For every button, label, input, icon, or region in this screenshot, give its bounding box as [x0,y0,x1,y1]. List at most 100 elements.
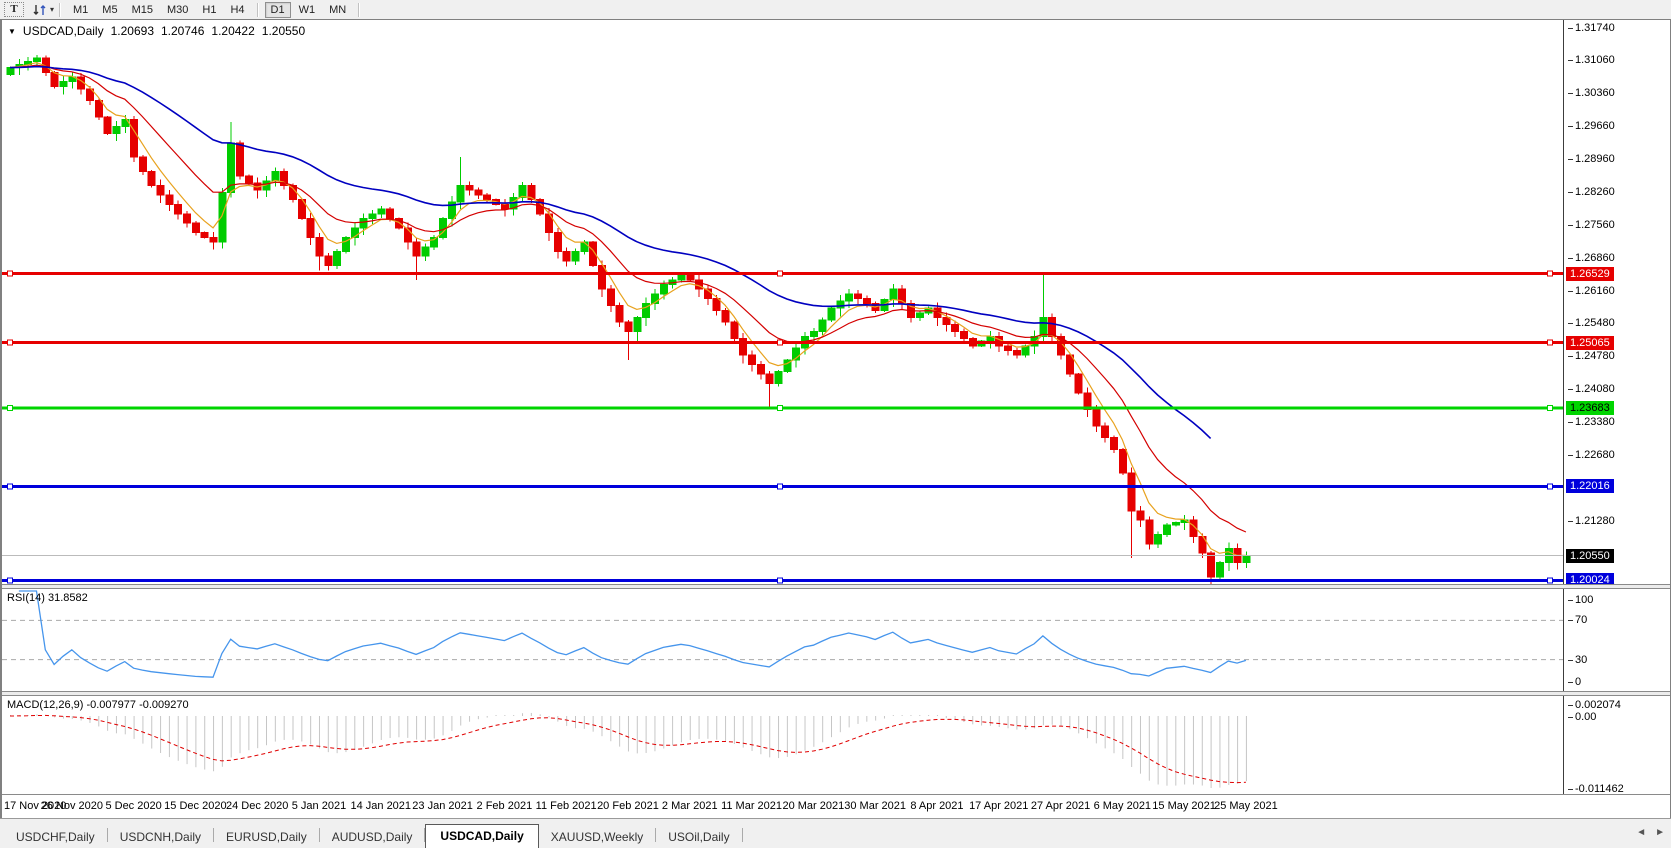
line-handle[interactable] [1547,483,1553,490]
date-label: 6 May 2021 [1093,800,1152,812]
timeframe-button-M30[interactable]: M30 [161,2,194,18]
date-label: 20 Mar 2021 [782,800,845,812]
chart-tab-XAUUSD[interactable]: XAUUSD,Weekly [539,827,655,848]
line-handle[interactable] [777,339,783,346]
date-label: 15 May 2021 [1152,800,1216,812]
arrange-symbols-button[interactable]: ▾ [32,2,54,18]
rsi-tick: 70 [1567,613,1587,627]
timeframe-button-M15[interactable]: M15 [126,2,159,18]
price-line-badge: 1.20024 [1566,573,1614,584]
date-label: 25 May 2021 [1214,800,1278,812]
macd-pane[interactable]: 0.002074 0.00 -0.011462 MACD(12,26,9) -0.0… [2,696,1670,794]
timeframe-button-H1[interactable]: H1 [196,2,222,18]
chart-tab-USDCAD[interactable]: USDCAD,Daily [425,824,539,848]
date-label: 15 Dec 2020 [164,800,227,812]
rsi-line [18,590,1247,678]
line-handle[interactable] [777,483,783,490]
toolbar-separator [358,2,361,17]
macd-axis: 0.002074 0.00 -0.011462 [1563,696,1670,794]
toolbar-separator [256,2,259,17]
chart-tab-bar: USDCHF,Daily USDCNH,Daily EURUSD,Daily AUDU… [0,818,1671,848]
chart-tab-USDCHF[interactable]: USDCHF,Daily [4,827,107,848]
chart-tab-USOil[interactable]: USOil,Daily [656,827,741,848]
rsi-tick: 30 [1567,653,1587,667]
close-value: 1.20550 [261,24,306,38]
timeframe-toolbar: M1 M5 M15 M30 H1 H4 D1 W1 MN [66,1,353,18]
line-handle[interactable] [7,404,13,411]
price-tick: 1.27560 [1567,218,1615,232]
price-tick: 1.21280 [1567,514,1615,528]
date-label: 17 Apr 2021 [969,800,1029,812]
price-tick: 1.22680 [1567,448,1615,462]
date-label: 20 Feb 2021 [597,800,659,812]
ma-line-13 [9,64,1247,533]
line-handle[interactable] [7,270,13,277]
top-toolbar: T ▾ M1 M5 M15 M30 H1 H4 D1 W1 MN [0,0,1671,20]
price-tick: 1.23380 [1567,415,1615,429]
price-axis[interactable]: 1.31740 1.31060 1.30360 1.29660 1.28960 1.282… [1563,20,1670,584]
line-handle[interactable] [1547,577,1553,584]
chart-tab-AUDUSD[interactable]: AUDUSD,Daily [320,827,425,848]
line-handle[interactable] [7,339,13,346]
line-handle[interactable] [777,270,783,277]
tab-separator [741,828,743,842]
rsi-axis: 100 70 30 0 [1563,589,1670,691]
current-price-badge: 1.20550 [1566,548,1614,563]
line-handle[interactable] [777,404,783,411]
macd-tick: 0.00 [1567,710,1596,724]
timeframe-button-H4[interactable]: H4 [224,2,250,18]
timeframe-button-MN[interactable]: MN [323,2,352,18]
line-handle[interactable] [777,577,783,584]
timeframe-button-W1[interactable]: W1 [293,2,322,18]
price-tick: 1.31740 [1567,21,1615,35]
date-label: 5 Dec 2020 [105,800,162,812]
date-label: 30 Mar 2021 [844,800,907,812]
date-label: 11 Feb 2021 [535,800,597,812]
macd-indicator-label: MACD(12,26,9) -0.007977 -0.009270 [7,699,189,711]
price-tick: 1.30360 [1567,86,1615,100]
low-value: 1.20422 [211,24,255,38]
arrange-symbols-icon [33,4,46,15]
high-value: 1.20746 [161,24,205,38]
dropdown-caret-icon[interactable]: ▾ [50,5,54,14]
chart-ohlc-header: ▼ USDCAD,Daily 1.20693 1.20746 1.20422 1… [8,24,305,38]
ma-line-34 [9,65,1212,439]
collapse-triangle-icon[interactable]: ▼ [8,27,16,36]
chart-tab-USDCNH[interactable]: USDCNH,Daily [108,827,213,848]
timeframe-button-M1[interactable]: M1 [67,2,94,18]
line-handle[interactable] [7,577,13,584]
price-line-badge: 1.23683 [1566,400,1614,415]
tab-scroll-controls: ◄ ► [1636,827,1665,838]
date-axis[interactable]: 17 Nov 2020 26 Nov 2020 5 Dec 2020 15 Dec 2… [2,794,1670,818]
rsi-indicator-label: RSI(14) 31.8582 [7,592,88,604]
price-line-badge: 1.26529 [1566,266,1614,281]
date-label: 8 Apr 2021 [910,800,964,812]
line-handle[interactable] [7,483,13,490]
tab-scroll-left-icon[interactable]: ◄ [1636,827,1646,838]
price-tick: 1.31060 [1567,53,1615,67]
macd-histogram [10,712,1247,788]
price-tick: 1.26160 [1567,284,1615,298]
date-label: 2 Mar 2021 [661,800,718,812]
line-handle[interactable] [1547,404,1553,411]
rsi-pane[interactable]: 100 70 30 0 RSI(14) 31.8582 [2,589,1670,691]
price-line-badge: 1.25065 [1566,335,1614,350]
timeframe-button-M5[interactable]: M5 [96,2,123,18]
date-label: 5 Jan 2021 [291,800,347,812]
ma-line-5 [9,61,1246,557]
date-label: 11 Mar 2021 [721,800,783,812]
price-tick: 1.25480 [1567,316,1615,330]
tab-scroll-right-icon[interactable]: ► [1655,827,1665,838]
macd-tick: -0.011462 [1567,782,1624,794]
line-handle[interactable] [1547,339,1553,346]
price-pane[interactable]: 1.31740 1.31060 1.30360 1.29660 1.28960 1.282… [2,20,1670,584]
chart-tab-EURUSD[interactable]: EURUSD,Daily [214,827,319,848]
price-tick: 1.26860 [1567,251,1615,265]
timeframe-button-D1[interactable]: D1 [264,1,291,18]
line-handle[interactable] [1547,270,1553,277]
text-tool-button[interactable]: T [4,2,24,17]
date-label: 27 Apr 2021 [1030,800,1091,812]
toolbar-separator [59,2,62,17]
price-tick: 1.24080 [1567,382,1615,396]
date-label: 26 Nov 2020 [40,800,103,812]
